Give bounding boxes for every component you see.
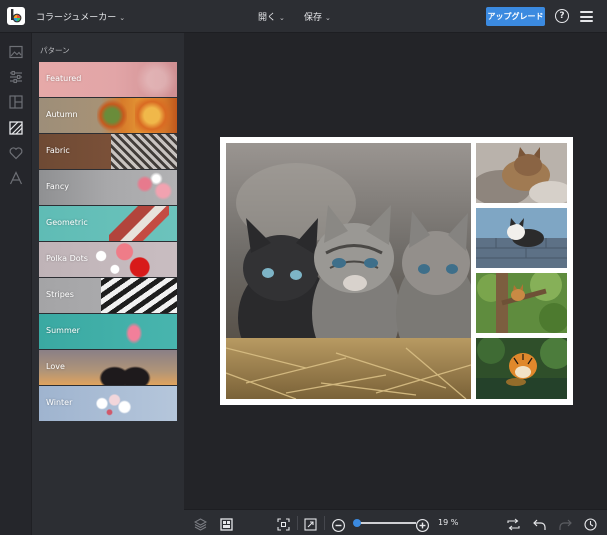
photo-slot-3[interactable] [476,208,567,268]
toolbar-divider [297,516,298,530]
pattern-tile-label: Winter [46,398,73,407]
pattern-tile-label: Summer [46,326,80,335]
pattern-tile-label: Geometric [46,218,88,227]
save-menu[interactable]: 保存 ⌄ [304,10,331,23]
chevron-down-icon: ⌄ [325,14,331,22]
pattern-tile-summer[interactable]: Summer [39,314,177,349]
befunky-logo[interactable] [7,7,25,25]
chevron-down-icon: ⌄ [279,14,285,22]
redo-icon[interactable] [559,516,572,530]
app-title-label: コラージュメーカー [36,13,117,23]
hamburger-menu-icon[interactable] [580,11,593,22]
history-icon[interactable] [584,516,597,531]
zoom-percentage: 19 % [438,518,459,527]
pattern-tile-label: Love [46,362,65,371]
pattern-tile-winter[interactable]: Winter [39,386,177,421]
upgrade-button[interactable]: アップグレード [486,7,545,26]
app-title-dropdown[interactable]: コラージュメーカー ⌄ [36,10,125,23]
layers-icon[interactable] [193,516,208,531]
pattern-tile-label: Featured [46,74,82,83]
open-menu-label: 開く [258,13,277,23]
pattern-icon[interactable] [9,120,23,135]
pattern-tile-stripes[interactable]: Stripes [39,278,177,313]
help-icon[interactable]: ? [555,9,569,23]
tool-rail [0,33,32,535]
pattern-panel: パターン Featured Autumn Fabric Fancy Geomet… [32,33,184,535]
pattern-tile-label: Autumn [46,110,78,119]
pattern-tile-label: Stripes [46,290,74,299]
photo-slot-4[interactable] [476,273,567,333]
fit-screen-icon[interactable] [277,516,290,531]
collage [220,137,573,405]
top-bar: コラージュメーカー ⌄ 開く ⌄ 保存 ⌄ アップグレード ? [0,0,607,33]
open-menu[interactable]: 開く ⌄ [258,10,285,23]
photo-slot-2[interactable] [476,143,567,203]
pattern-tile-polka-dots[interactable]: Polka Dots [39,242,177,277]
pattern-tile-label: Polka Dots [46,254,88,263]
pattern-tile-label: Fabric [46,146,70,155]
swap-icon[interactable] [507,516,520,531]
zoom-in-icon[interactable] [416,517,429,532]
save-menu-label: 保存 [304,13,323,23]
pattern-tile-featured[interactable]: Featured [39,62,177,97]
panel-title: パターン [40,46,70,55]
pattern-tile-label: Fancy [46,182,69,191]
photo-slot-5[interactable] [476,338,567,399]
pattern-tile-fancy[interactable]: Fancy [39,170,177,205]
zoom-slider-thumb[interactable] [353,519,361,527]
adjust-icon[interactable] [9,69,23,84]
layout-icon[interactable] [9,94,23,109]
pattern-tile-fabric[interactable]: Fabric [39,134,177,169]
heart-icon[interactable] [9,145,23,160]
photo-slot-main[interactable] [226,143,471,399]
undo-icon[interactable] [533,516,546,530]
pattern-tile-love[interactable]: Love [39,350,177,385]
chevron-down-icon: ⌄ [119,14,126,22]
photo-icon[interactable] [9,44,23,59]
zoom-out-icon[interactable] [332,517,345,532]
bottom-toolbar: 19 % [184,509,607,535]
zoom-slider-track[interactable] [355,522,416,524]
pattern-tile-geometric[interactable]: Geometric [39,206,177,241]
pattern-tile-autumn[interactable]: Autumn [39,98,177,133]
toolbar-divider [324,516,325,530]
expand-icon[interactable] [304,516,317,531]
text-icon[interactable] [9,170,23,185]
grid-layout-icon[interactable] [220,516,233,531]
